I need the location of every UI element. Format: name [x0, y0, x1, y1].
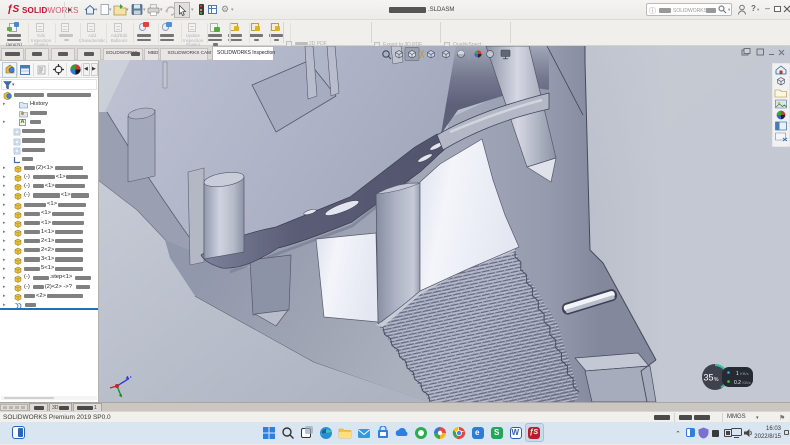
svg-text:35: 35 [704, 373, 714, 383]
svg-text:%: % [714, 377, 719, 383]
